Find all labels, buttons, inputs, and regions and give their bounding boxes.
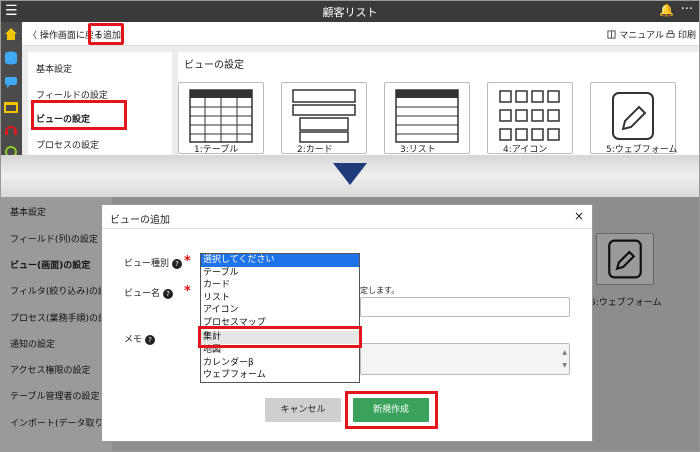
database-icon[interactable] bbox=[3, 50, 19, 66]
lower-item-basic: 基本設定 bbox=[10, 208, 47, 218]
option-calendar[interactable]: カレンダーβ bbox=[201, 357, 359, 370]
view-type-label-text: ビュー種別 bbox=[124, 259, 170, 269]
lower-item-view: ビュー(画面)の設定 bbox=[10, 261, 91, 271]
cancel-button[interactable]: キャンセル bbox=[265, 398, 341, 422]
manual-link[interactable]: マニュアル bbox=[607, 28, 664, 41]
view-label-table: 1:テーブル bbox=[194, 145, 239, 155]
close-icon[interactable]: × bbox=[574, 209, 584, 223]
option-webform[interactable]: ウェブフォーム bbox=[201, 369, 359, 382]
create-button-highlight bbox=[345, 391, 438, 429]
view-settings-panel: ビューの設定 1:テーブル 2:カード 3:リスト 4:アイコン 5:ウェブフォ… bbox=[178, 52, 700, 155]
app-header: ☰ 顧客リスト 🔔 ··· bbox=[0, 0, 700, 22]
option-placeholder[interactable]: 選択してください bbox=[201, 254, 359, 267]
lower-item-notify: 通知の設定 bbox=[10, 340, 56, 350]
list-view-icon bbox=[395, 89, 459, 143]
option-table[interactable]: テーブル bbox=[201, 267, 359, 280]
app-title: 顧客リスト bbox=[322, 6, 378, 19]
lower-side-menu: 基本設定 フィールド(列)の設定 ビュー(画面)の設定 フィルタ(絞り込み)の設… bbox=[0, 197, 112, 452]
memo-textarea[interactable]: ▲ ▼ bbox=[360, 343, 570, 375]
webform-view-icon bbox=[608, 239, 642, 279]
memo-label-text: メモ bbox=[124, 335, 143, 345]
home-icon[interactable] bbox=[3, 26, 19, 42]
lower-item-filter: フィルタ(絞り込み)の設 bbox=[10, 287, 107, 297]
chat-icon[interactable] bbox=[3, 74, 19, 90]
option-card[interactable]: カード bbox=[201, 279, 359, 292]
view-type-label: ビュー種別? bbox=[124, 256, 183, 269]
toolbar: 〈 操作画面に戻る ＋追加 マニュアル 印刷 bbox=[22, 22, 700, 46]
settings-area: 基本設定 フィールドの設定 ビューの設定 プロセスの設定 ビューの設定 1:テー… bbox=[22, 46, 700, 155]
view-label-card: 2:カード bbox=[297, 145, 333, 155]
view-label-icon: 4:アイコン bbox=[503, 145, 548, 155]
required-mark: * bbox=[184, 254, 191, 269]
manual-label: マニュアル bbox=[619, 31, 664, 41]
help-icon[interactable]: ? bbox=[145, 334, 156, 345]
dialog-title: ビューの追加 bbox=[110, 215, 170, 226]
add-button[interactable]: ＋追加 bbox=[88, 23, 124, 45]
lower-item-access: アクセス権限の設定 bbox=[10, 366, 91, 376]
down-arrow-icon bbox=[333, 163, 367, 185]
view-name-input[interactable] bbox=[360, 297, 570, 317]
gift-icon[interactable] bbox=[3, 98, 19, 114]
view-setting-highlight bbox=[31, 100, 127, 130]
required-mark: * bbox=[184, 284, 191, 299]
view-label-list: 3:リスト bbox=[400, 145, 436, 155]
view-settings-title: ビューの設定 bbox=[184, 60, 244, 71]
view-name-hint: 定します。 bbox=[360, 286, 400, 295]
headset-icon[interactable] bbox=[3, 122, 19, 138]
lower-item-process: プロセス(業務手順)の設 bbox=[10, 314, 108, 324]
bell-icon[interactable]: 🔔 bbox=[659, 3, 674, 17]
step-separator bbox=[0, 155, 700, 197]
memo-label: メモ? bbox=[124, 332, 156, 345]
print-link[interactable]: 印刷 bbox=[666, 28, 696, 41]
icon-view-icon bbox=[499, 90, 560, 141]
lower-webform-card bbox=[596, 233, 654, 285]
option-list[interactable]: リスト bbox=[201, 292, 359, 305]
help-icon[interactable]: ? bbox=[163, 288, 174, 299]
lower-webform-label: 5:ウェブフォーム bbox=[590, 298, 662, 308]
add-view-dialog: ビューの追加 × ビュー種別? * ビュー名? * メモ? 定します。 ▲ ▼ 選… bbox=[101, 204, 593, 442]
side-item-basic[interactable]: 基本設定 bbox=[36, 62, 72, 75]
table-view-icon bbox=[189, 89, 253, 143]
view-label-webform: 5:ウェブフォーム bbox=[606, 145, 678, 155]
help-icon[interactable]: ? bbox=[172, 258, 183, 269]
book-icon bbox=[607, 30, 616, 39]
aggregate-option-highlight bbox=[198, 326, 362, 348]
settings-side-menu: 基本設定 フィールドの設定 ビューの設定 プロセスの設定 bbox=[28, 52, 172, 155]
view-name-label-text: ビュー名 bbox=[124, 289, 161, 299]
dialog-header: ビューの追加 × bbox=[102, 205, 592, 229]
card-view-icon bbox=[292, 89, 356, 143]
side-item-process[interactable]: プロセスの設定 bbox=[36, 138, 99, 151]
printer-icon bbox=[666, 30, 675, 38]
option-icon[interactable]: アイコン bbox=[201, 304, 359, 317]
webform-view-icon bbox=[612, 92, 654, 140]
lower-item-import: インポート(データ取り bbox=[10, 419, 104, 429]
left-rail bbox=[0, 22, 22, 158]
lower-item-field: フィールド(列)の設定 bbox=[10, 235, 98, 245]
lower-item-admin: テーブル管理者の設定 bbox=[10, 392, 100, 402]
scroll-arrows-icon: ▲ ▼ bbox=[562, 349, 567, 369]
more-icon[interactable]: ··· bbox=[681, 2, 693, 17]
print-label: 印刷 bbox=[677, 31, 696, 41]
view-name-label: ビュー名? bbox=[124, 286, 174, 299]
view-type-listbox[interactable]: 選択してください テーブル カード リスト アイコン プロセスマップ 集計 地図… bbox=[200, 253, 360, 383]
